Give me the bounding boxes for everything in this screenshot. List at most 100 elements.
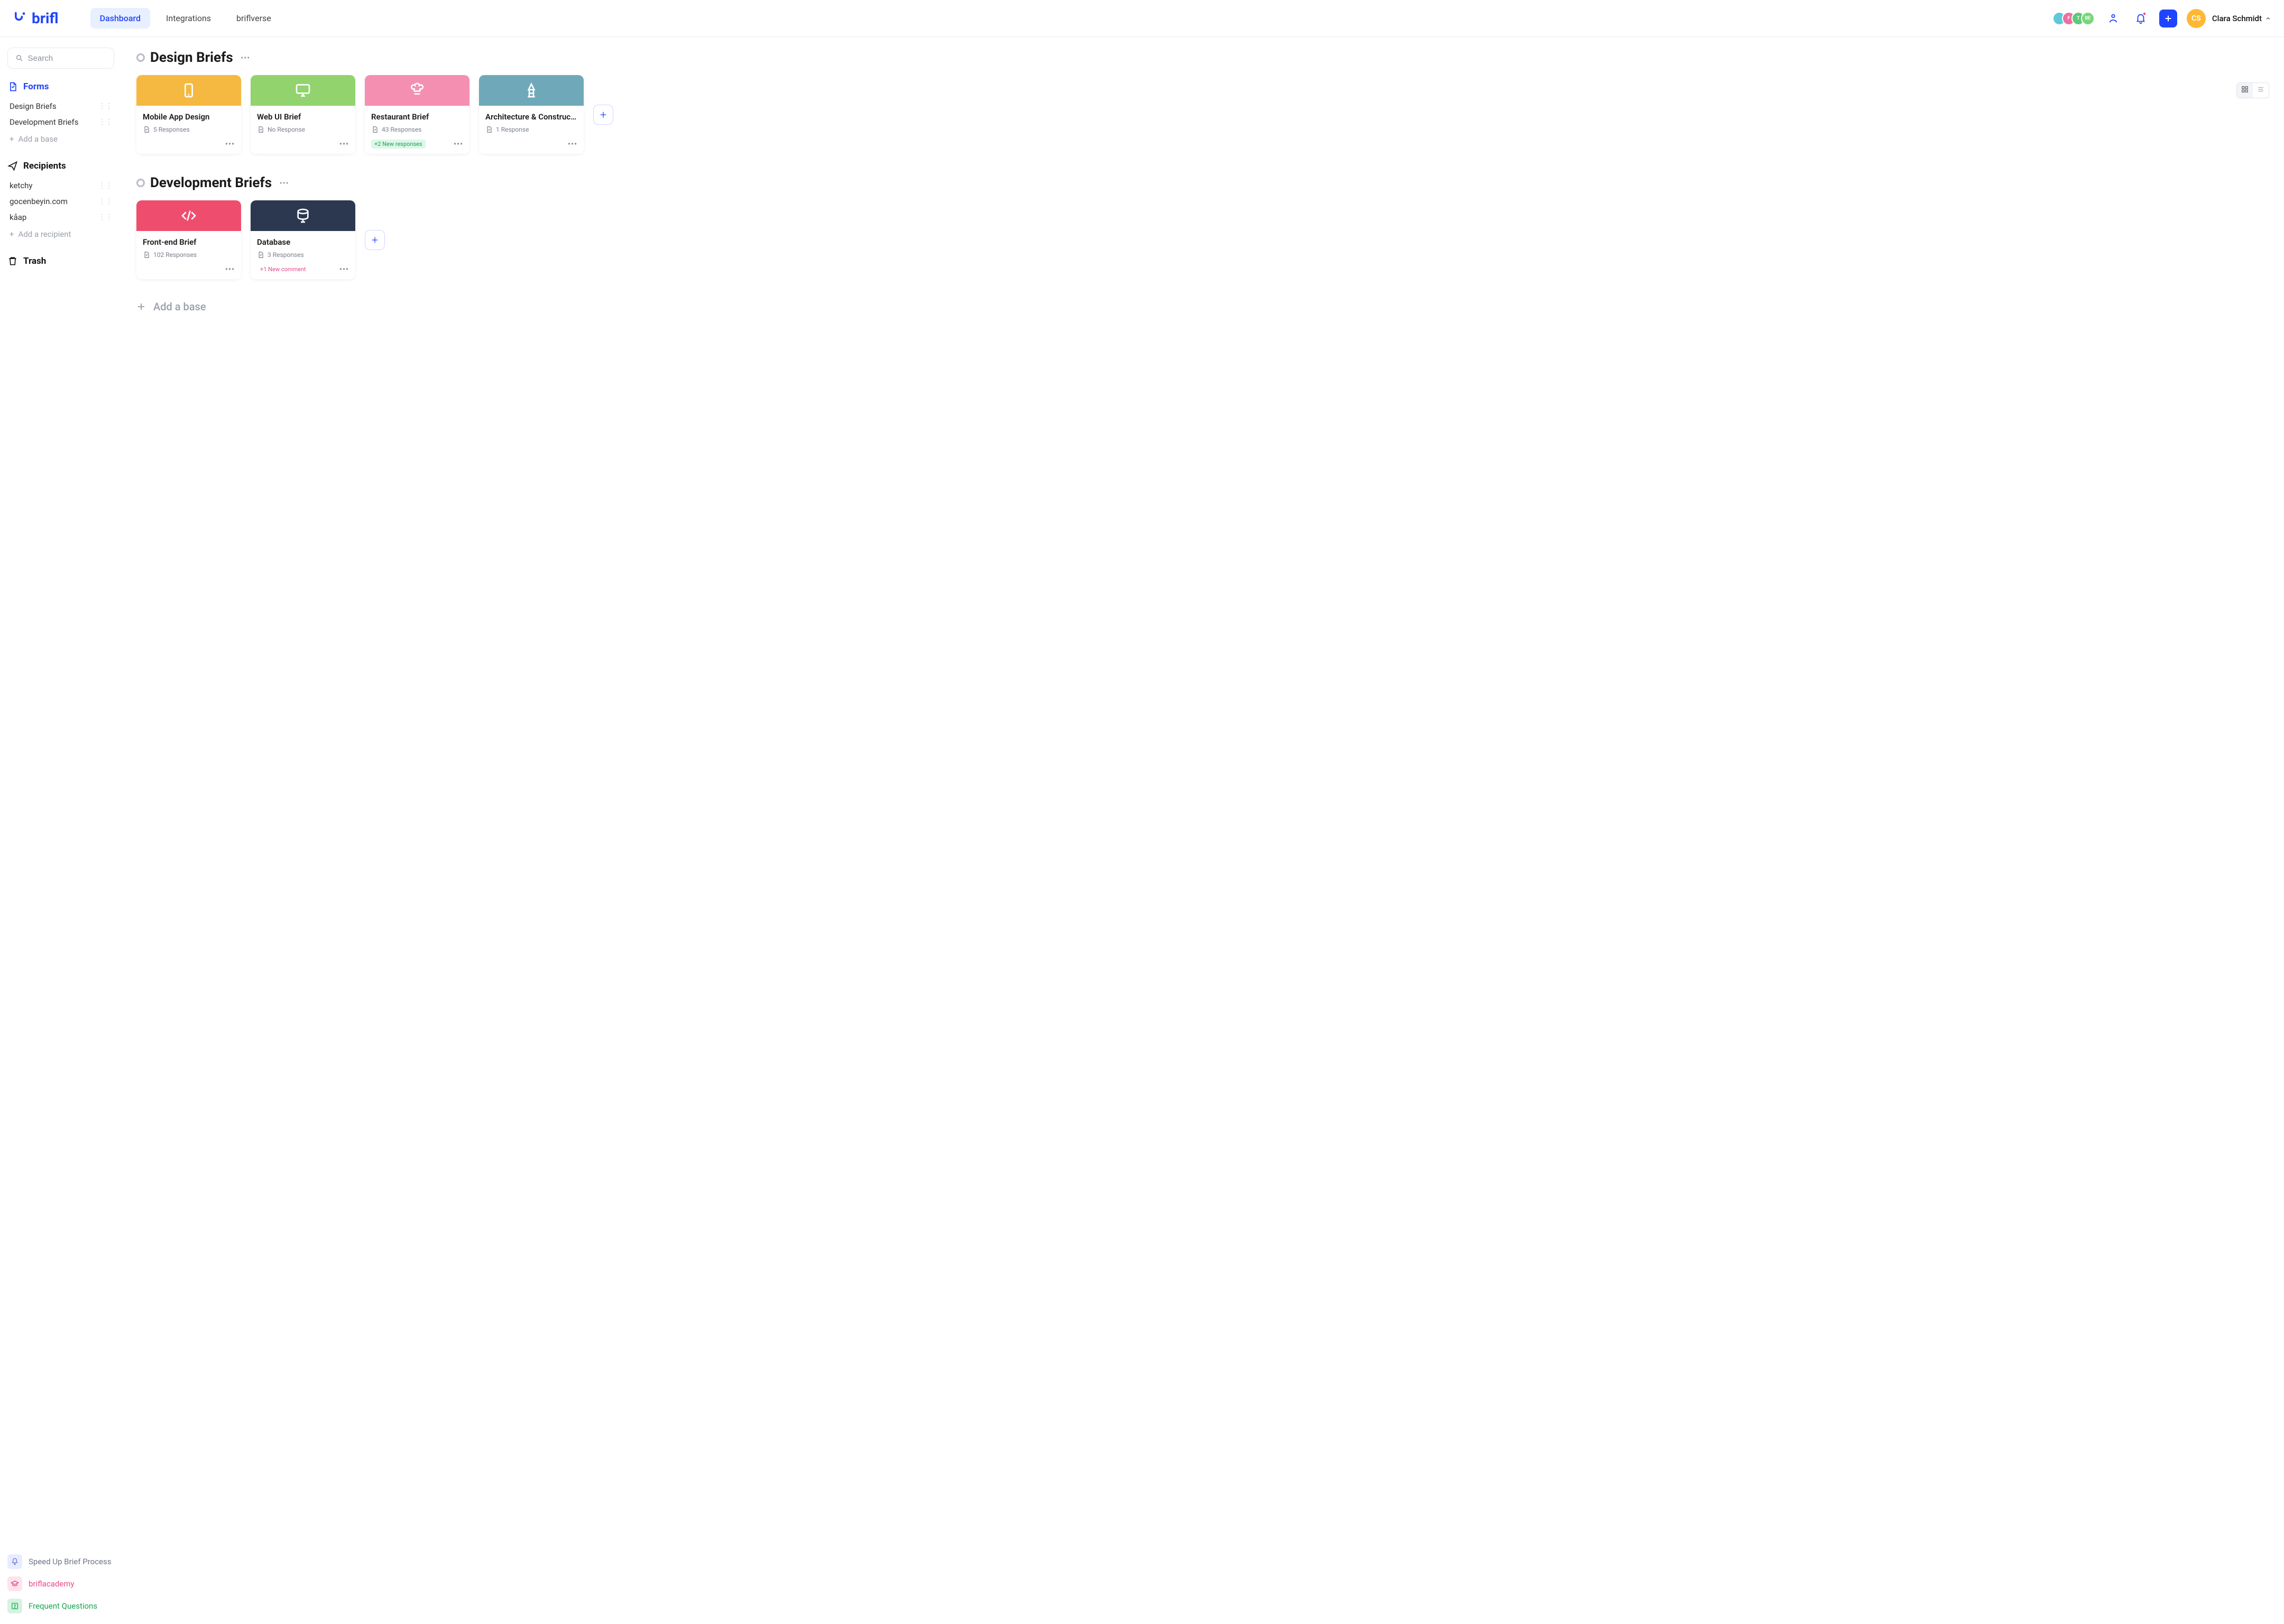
chevron-up-icon <box>2265 15 2271 22</box>
add-card-button[interactable] <box>593 105 613 125</box>
card-menu-icon[interactable]: ••• <box>225 265 235 274</box>
create-button[interactable] <box>2159 10 2177 27</box>
sidebar-forms-title: Forms <box>23 81 49 92</box>
search-input[interactable] <box>28 54 106 63</box>
add-base-main-button[interactable]: Add a base <box>136 300 2269 313</box>
sidebar-item-recipient[interactable]: ketchy ⋮⋮ <box>7 178 114 193</box>
plus-icon <box>136 302 146 311</box>
brief-card[interactable]: Web UI Brief No Response ••• <box>251 75 355 154</box>
responses-icon <box>143 251 150 259</box>
drag-handle-icon[interactable]: ⋮⋮ <box>98 118 112 126</box>
sidebar-recipients-title: Recipients <box>23 161 66 171</box>
sidebar-forms-header[interactable]: Forms <box>7 81 114 92</box>
card-icon <box>365 75 469 106</box>
responses-icon <box>143 126 150 133</box>
section-menu-icon[interactable]: ⋯ <box>277 178 291 189</box>
card-meta: No Response <box>257 126 349 133</box>
sidebar-recipients-section: Recipients ketchy ⋮⋮ gocenbeyin.com ⋮⋮ k… <box>7 161 114 243</box>
drag-handle-icon[interactable]: ⋮⋮ <box>98 197 112 206</box>
drag-handle-icon[interactable]: ⋮⋮ <box>98 181 112 190</box>
plus-icon: + <box>10 229 14 239</box>
search-icon <box>15 53 24 63</box>
brief-card[interactable]: Database3 Responses+1 New comment••• <box>251 200 355 279</box>
topbar: brifl Dashboard Integrations briflverse … <box>0 0 2284 37</box>
grid-icon <box>2241 86 2249 93</box>
card-title: Web UI Brief <box>257 112 349 122</box>
main-content: Design Briefs⋯Mobile App Design5 Respons… <box>122 37 2284 1624</box>
view-toggle <box>2236 82 2269 98</box>
tab-dashboard[interactable]: Dashboard <box>90 8 150 29</box>
sidebar-trash[interactable]: Trash <box>7 256 114 266</box>
card-icon <box>136 75 241 106</box>
brief-card[interactable]: Restaurant Brief 43 Responses +2 New respo… <box>365 75 469 154</box>
plus-icon: + <box>10 134 14 144</box>
section-title-text: Development Briefs <box>150 175 272 191</box>
footer-academy-link[interactable]: briflacademy <box>7 1576 114 1591</box>
card-title: Architecture & Construc... <box>485 112 577 122</box>
card-meta: 3 Responses <box>257 251 349 259</box>
section-menu-icon[interactable]: ⋯ <box>238 52 252 63</box>
card-badge: +2 New responses <box>371 140 426 149</box>
list-view-button[interactable] <box>2253 83 2269 98</box>
user-avatar[interactable]: CS <box>2187 9 2206 28</box>
sidebar-forms-section: Forms Design Briefs ⋮⋮ Development Brief… <box>7 81 114 148</box>
sidebar-trash-label: Trash <box>23 256 46 266</box>
footer-faq-link[interactable]: Frequent Questions <box>7 1599 114 1613</box>
brief-card[interactable]: Front-end Brief102 Responses••• <box>136 200 241 279</box>
user-name: Clara Schmidt <box>2212 14 2262 23</box>
grid-view-button[interactable] <box>2237 83 2253 98</box>
card-meta: 43 Responses <box>371 126 463 133</box>
card-menu-icon[interactable]: ••• <box>568 140 577 149</box>
bell-icon <box>7 1554 22 1569</box>
card-icon <box>251 75 355 106</box>
card-meta: 5 Responses <box>143 126 235 133</box>
account-icon[interactable] <box>2104 10 2122 27</box>
form-icon <box>7 81 18 92</box>
trash-icon <box>7 256 18 266</box>
brief-card[interactable]: Architecture & Construc... 1 Response ••• <box>479 75 584 154</box>
drag-handle-icon[interactable]: ⋮⋮ <box>98 213 112 222</box>
sidebar-item-recipient[interactable]: gocenbeyin.com ⋮⋮ <box>7 193 114 209</box>
card-menu-icon[interactable]: ••• <box>339 140 349 149</box>
brief-card[interactable]: Mobile App Design5 Responses••• <box>136 75 241 154</box>
plus-icon <box>599 110 607 119</box>
collaborator-avatars[interactable]: F T BE <box>2057 12 2095 25</box>
responses-icon <box>257 251 264 259</box>
card-title: Restaurant Brief <box>371 112 463 122</box>
notification-dot <box>2142 12 2147 16</box>
list-icon <box>2257 86 2264 93</box>
sidebar-item-recipient[interactable]: kåap ⋮⋮ <box>7 209 114 225</box>
collapse-icon[interactable] <box>136 53 145 62</box>
section-title-text: Design Briefs <box>150 50 233 66</box>
logo[interactable]: brifl <box>13 10 59 27</box>
card-menu-icon[interactable]: ••• <box>339 265 349 274</box>
search-box[interactable] <box>7 48 114 69</box>
avatar: BE <box>2081 12 2095 25</box>
collapse-icon[interactable] <box>136 179 145 187</box>
sidebar-recipients-header[interactable]: Recipients <box>7 161 114 171</box>
logo-icon <box>13 11 27 26</box>
card-icon <box>136 200 241 231</box>
question-icon <box>7 1599 22 1613</box>
send-icon <box>7 161 18 171</box>
tab-briflverse[interactable]: briflverse <box>227 8 281 29</box>
add-recipient-button[interactable]: + Add a recipient <box>7 225 114 243</box>
section-title: Development Briefs ⋯ <box>136 175 2269 191</box>
add-base-button[interactable]: + Add a base <box>7 130 114 148</box>
topbar-right: F T BE CS Clara Schmidt <box>2057 9 2271 28</box>
notifications-icon[interactable] <box>2132 10 2150 27</box>
card-menu-icon[interactable]: ••• <box>454 140 463 149</box>
card-meta: 1 Response <box>485 126 577 133</box>
graduation-icon <box>7 1576 22 1591</box>
user-menu[interactable]: Clara Schmidt <box>2215 14 2271 23</box>
plus-icon <box>371 236 379 244</box>
drag-handle-icon[interactable]: ⋮⋮ <box>98 102 112 110</box>
card-menu-icon[interactable]: ••• <box>225 140 235 149</box>
footer-speed-link[interactable]: Speed Up Brief Process <box>7 1554 114 1569</box>
responses-icon <box>485 126 493 133</box>
tab-integrations[interactable]: Integrations <box>156 8 220 29</box>
sidebar-item-development-briefs[interactable]: Development Briefs ⋮⋮ <box>7 114 114 130</box>
add-card-button[interactable] <box>365 230 385 250</box>
card-meta: 102 Responses <box>143 251 235 259</box>
sidebar-item-design-briefs[interactable]: Design Briefs ⋮⋮ <box>7 98 114 114</box>
